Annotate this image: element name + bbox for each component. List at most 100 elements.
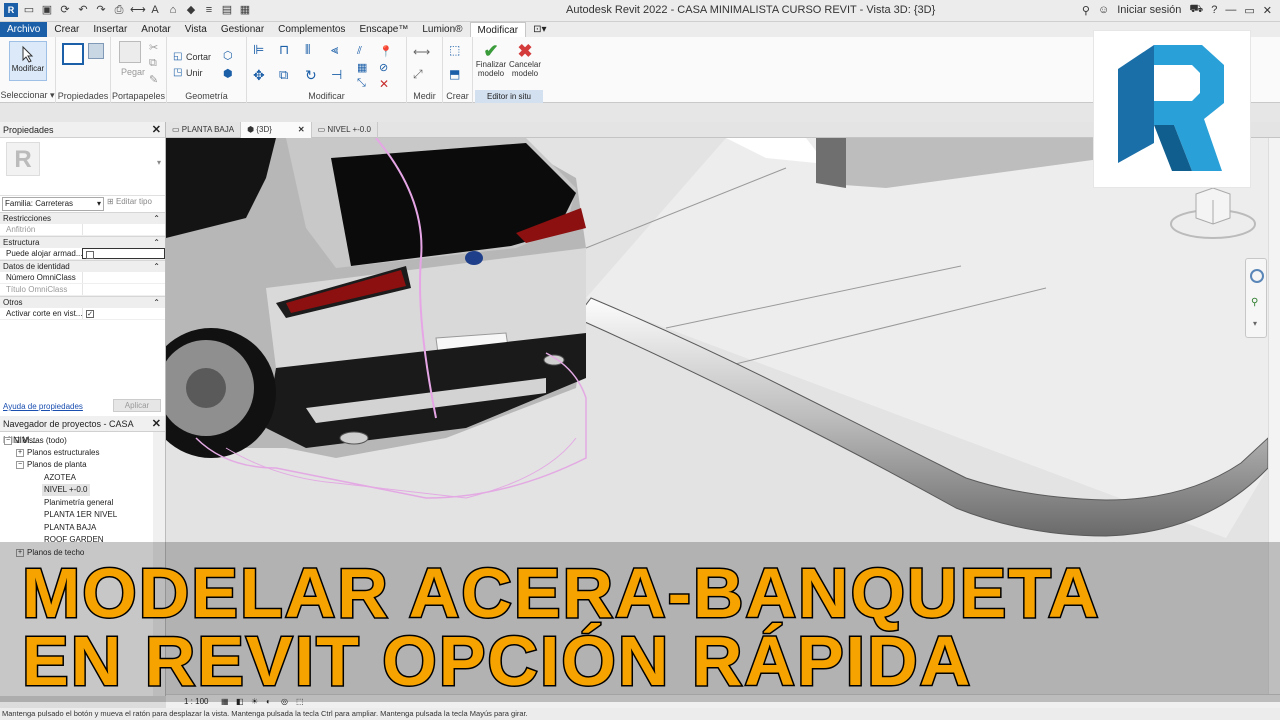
tree-structural[interactable]: + Planos estructurales bbox=[16, 447, 99, 459]
dimension-icon[interactable]: ⤢ bbox=[413, 67, 427, 81]
switch-windows-icon[interactable]: ▦ bbox=[238, 3, 252, 17]
cut-geometry-label[interactable]: Cortar bbox=[186, 52, 211, 62]
thin-lines-icon[interactable]: ≡ bbox=[202, 3, 216, 17]
view-tab-planta-baja[interactable]: ▭ PLANTA BAJA bbox=[166, 122, 242, 138]
trim-icon[interactable]: ⊣ bbox=[331, 67, 345, 82]
scale-icon[interactable]: ⤡ bbox=[357, 77, 371, 91]
section-other[interactable]: Otros ⌃ bbox=[0, 296, 165, 308]
split-icon[interactable]: ⫽ bbox=[357, 45, 371, 59]
tree-planimetria[interactable]: Planimetría general bbox=[44, 497, 113, 509]
match-properties-icon[interactable]: ✎ bbox=[149, 73, 163, 87]
tab-vista[interactable]: Vista bbox=[178, 22, 214, 37]
copy-element-icon[interactable]: ⧉ bbox=[279, 67, 293, 82]
create-assembly-icon[interactable]: ⬚ bbox=[449, 43, 463, 57]
text-icon[interactable]: A bbox=[148, 3, 162, 17]
split-face-icon[interactable]: ⬢ bbox=[223, 67, 237, 81]
join-icon[interactable]: ◳ bbox=[173, 67, 187, 81]
view-tab-nivel[interactable]: ▭ NIVEL +-0.0 bbox=[312, 122, 378, 138]
section-structure[interactable]: Estructura ⌃ bbox=[0, 236, 165, 248]
tab-enscape[interactable]: Enscape™ bbox=[352, 22, 415, 37]
measure-line-icon[interactable]: ⟷ bbox=[413, 45, 430, 59]
search-icon[interactable]: ⚲ bbox=[1082, 4, 1090, 17]
navbar-menu-icon[interactable]: ▾ bbox=[1253, 319, 1257, 328]
maximize-button[interactable]: ▭ bbox=[1244, 4, 1254, 17]
tree-nivel[interactable]: NIVEL +-0.0 bbox=[42, 484, 90, 496]
tab-crear[interactable]: Crear bbox=[47, 22, 86, 37]
measure-icon[interactable]: ⟷ bbox=[130, 3, 146, 17]
tree-floor-plans[interactable]: − Planos de planta bbox=[16, 459, 87, 471]
mirror-draw-icon[interactable]: ⫷ bbox=[331, 42, 345, 57]
browser-close-icon[interactable]: ✕ bbox=[152, 416, 161, 432]
type-dropdown-icon[interactable]: ▾ bbox=[157, 158, 161, 167]
view-cube[interactable] bbox=[1168, 187, 1258, 242]
modify-button[interactable]: Modificar bbox=[9, 41, 47, 81]
properties-close-icon[interactable]: ✕ bbox=[152, 122, 161, 138]
steering-wheel-icon[interactable] bbox=[1250, 269, 1264, 283]
ribbon-options-icon[interactable]: ⊡▾ bbox=[526, 22, 553, 37]
array-icon[interactable]: ▦ bbox=[357, 61, 371, 75]
prop-cut-value[interactable]: ✓ bbox=[82, 308, 165, 319]
cancel-model-button[interactable]: ✖ Cancelar modelo bbox=[508, 42, 542, 78]
tree-views[interactable]: − ⌸ Vistas (todo) bbox=[4, 435, 67, 447]
type-properties-icon[interactable] bbox=[88, 43, 104, 59]
expand-icon[interactable]: + bbox=[16, 448, 24, 457]
view-3d-icon[interactable]: ⌂ bbox=[166, 3, 180, 17]
print-icon[interactable]: ⎙ bbox=[112, 3, 126, 17]
tree-azotea[interactable]: AZOTEA bbox=[44, 472, 76, 484]
help-icon[interactable]: ? bbox=[1211, 4, 1217, 16]
copy-icon[interactable]: ⧉ bbox=[149, 57, 163, 71]
mirror-axis-icon[interactable]: ⫴ bbox=[305, 42, 319, 57]
section-constraints[interactable]: Restricciones ⌃ bbox=[0, 212, 165, 224]
properties-help-link[interactable]: Ayuda de propiedades bbox=[3, 402, 83, 411]
cut-icon[interactable]: ✂ bbox=[149, 41, 163, 55]
minimize-button[interactable]: — bbox=[1225, 4, 1236, 16]
cut-checkbox[interactable]: ✓ bbox=[86, 310, 94, 318]
offset-icon[interactable]: ⊓ bbox=[279, 42, 293, 57]
paste-icon[interactable] bbox=[119, 41, 141, 63]
redo-icon[interactable]: ↷ bbox=[94, 3, 108, 17]
collapse-icon[interactable]: − bbox=[16, 460, 24, 469]
apply-button[interactable]: Aplicar bbox=[113, 399, 161, 412]
undo-icon[interactable]: ↶ bbox=[76, 3, 90, 17]
tab-modificar[interactable]: Modificar bbox=[469, 22, 527, 37]
tree-planta-baja[interactable]: PLANTA BAJA bbox=[44, 522, 96, 534]
tab-anotar[interactable]: Anotar bbox=[134, 22, 177, 37]
section-identity[interactable]: Datos de identidad ⌃ bbox=[0, 260, 165, 272]
pin-icon[interactable]: 📍 bbox=[379, 45, 393, 59]
type-selector[interactable]: R ▾ bbox=[0, 138, 165, 196]
finish-model-button[interactable]: ✔ Finalizar modelo bbox=[475, 42, 507, 78]
sync-icon[interactable]: ⟳ bbox=[58, 3, 72, 17]
tab-lumion[interactable]: Lumion® bbox=[415, 22, 469, 37]
family-select[interactable]: Familia: Carreteras ▾ bbox=[2, 197, 104, 211]
delete-icon[interactable]: ✕ bbox=[379, 77, 393, 91]
join-label[interactable]: Unir bbox=[186, 68, 203, 78]
view-tab-3d[interactable]: ⬢ {3D} ✕ bbox=[241, 122, 312, 138]
user-icon[interactable]: ☺ bbox=[1098, 4, 1109, 16]
tab-complementos[interactable]: Complementos bbox=[271, 22, 352, 37]
collapse-icon[interactable]: − bbox=[4, 436, 12, 445]
move-icon[interactable]: ✥ bbox=[253, 67, 267, 83]
close-hidden-icon[interactable]: ▤ bbox=[220, 3, 234, 17]
save-icon[interactable]: ▣ bbox=[40, 3, 54, 17]
edit-type-button[interactable]: ⊞ Editar tipo bbox=[107, 197, 152, 206]
properties-icon[interactable] bbox=[62, 43, 84, 65]
prop-can-host-value[interactable] bbox=[82, 248, 165, 259]
tab-insertar[interactable]: Insertar bbox=[86, 22, 134, 37]
tab-archivo[interactable]: Archivo bbox=[0, 22, 48, 37]
open-icon[interactable]: ▭ bbox=[22, 3, 36, 17]
cut-geometry-icon[interactable]: ◱ bbox=[173, 51, 187, 65]
view-tab-close-icon[interactable]: ✕ bbox=[298, 125, 305, 134]
cart-icon[interactable]: ⛟ bbox=[1189, 3, 1203, 17]
can-host-checkbox[interactable] bbox=[86, 251, 94, 259]
revit-app-icon[interactable]: R bbox=[4, 3, 18, 17]
tree-planta-1er-nivel[interactable]: PLANTA 1ER NIVEL bbox=[44, 509, 117, 521]
tab-gestionar[interactable]: Gestionar bbox=[214, 22, 271, 37]
unpin-icon[interactable]: ⊘ bbox=[379, 61, 393, 75]
close-button[interactable]: ✕ bbox=[1263, 4, 1272, 17]
align-icon[interactable]: ⊫ bbox=[253, 42, 267, 57]
zoom-icon[interactable]: ⚲ bbox=[1251, 297, 1258, 308]
wall-joins-icon[interactable]: ⬡ bbox=[223, 49, 237, 63]
select-group-label[interactable]: Seleccionar ▾ bbox=[0, 90, 55, 101]
rotate-icon[interactable]: ↻ bbox=[305, 67, 319, 83]
sign-in-link[interactable]: Iniciar sesión bbox=[1117, 4, 1181, 16]
